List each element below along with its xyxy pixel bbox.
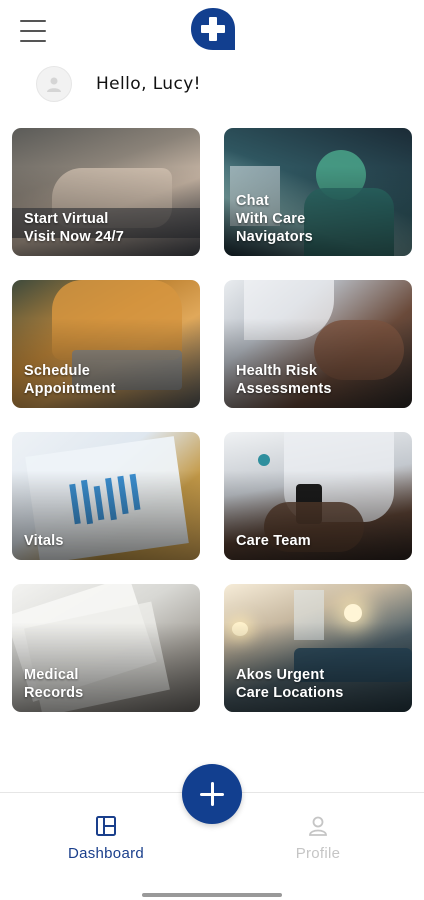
tile-medical-records[interactable]: Medical Records <box>12 584 200 712</box>
tile-chat-care-navigators[interactable]: Chat With Care Navigators <box>224 128 412 256</box>
brand-logo <box>191 8 235 50</box>
tile-label: Health Risk Assessments <box>236 363 332 397</box>
tile-health-risk-assessments[interactable]: Health Risk Assessments <box>224 280 412 408</box>
dashboard-icon <box>96 816 116 836</box>
tile-akos-urgent-care-locations[interactable]: Akos Urgent Care Locations <box>224 584 412 712</box>
top-bar <box>0 0 424 60</box>
tile-care-team[interactable]: Care Team <box>224 432 412 560</box>
home-indicator[interactable] <box>142 893 282 897</box>
nav-profile[interactable]: Profile <box>258 815 378 862</box>
nav-profile-label: Profile <box>295 845 341 862</box>
greeting-text: Hello, Lucy! <box>96 74 201 94</box>
add-fab-button[interactable] <box>182 764 242 824</box>
user-avatar-icon[interactable] <box>36 66 72 102</box>
tile-label: Care Team <box>236 533 311 549</box>
tile-label: Medical Records <box>24 667 84 701</box>
profile-icon <box>309 816 327 836</box>
tile-vitals[interactable]: Vitals <box>12 432 200 560</box>
tile-schedule-appointment[interactable]: Schedule Appointment <box>12 280 200 408</box>
nav-dashboard-label: Dashboard <box>67 845 145 862</box>
greeting-row: Hello, Lucy! <box>36 64 201 104</box>
tile-label: Chat With Care Navigators <box>236 193 313 245</box>
tile-label: Akos Urgent Care Locations <box>236 667 344 701</box>
tile-label: Schedule Appointment <box>24 363 116 397</box>
hamburger-menu-icon[interactable] <box>20 20 46 42</box>
nav-dashboard[interactable]: Dashboard <box>46 815 166 862</box>
tile-label: Start Virtual Visit Now 24/7 <box>24 211 125 245</box>
tile-start-virtual-visit[interactable]: Start Virtual Visit Now 24/7 <box>12 128 200 256</box>
tile-label: Vitals <box>24 533 64 549</box>
